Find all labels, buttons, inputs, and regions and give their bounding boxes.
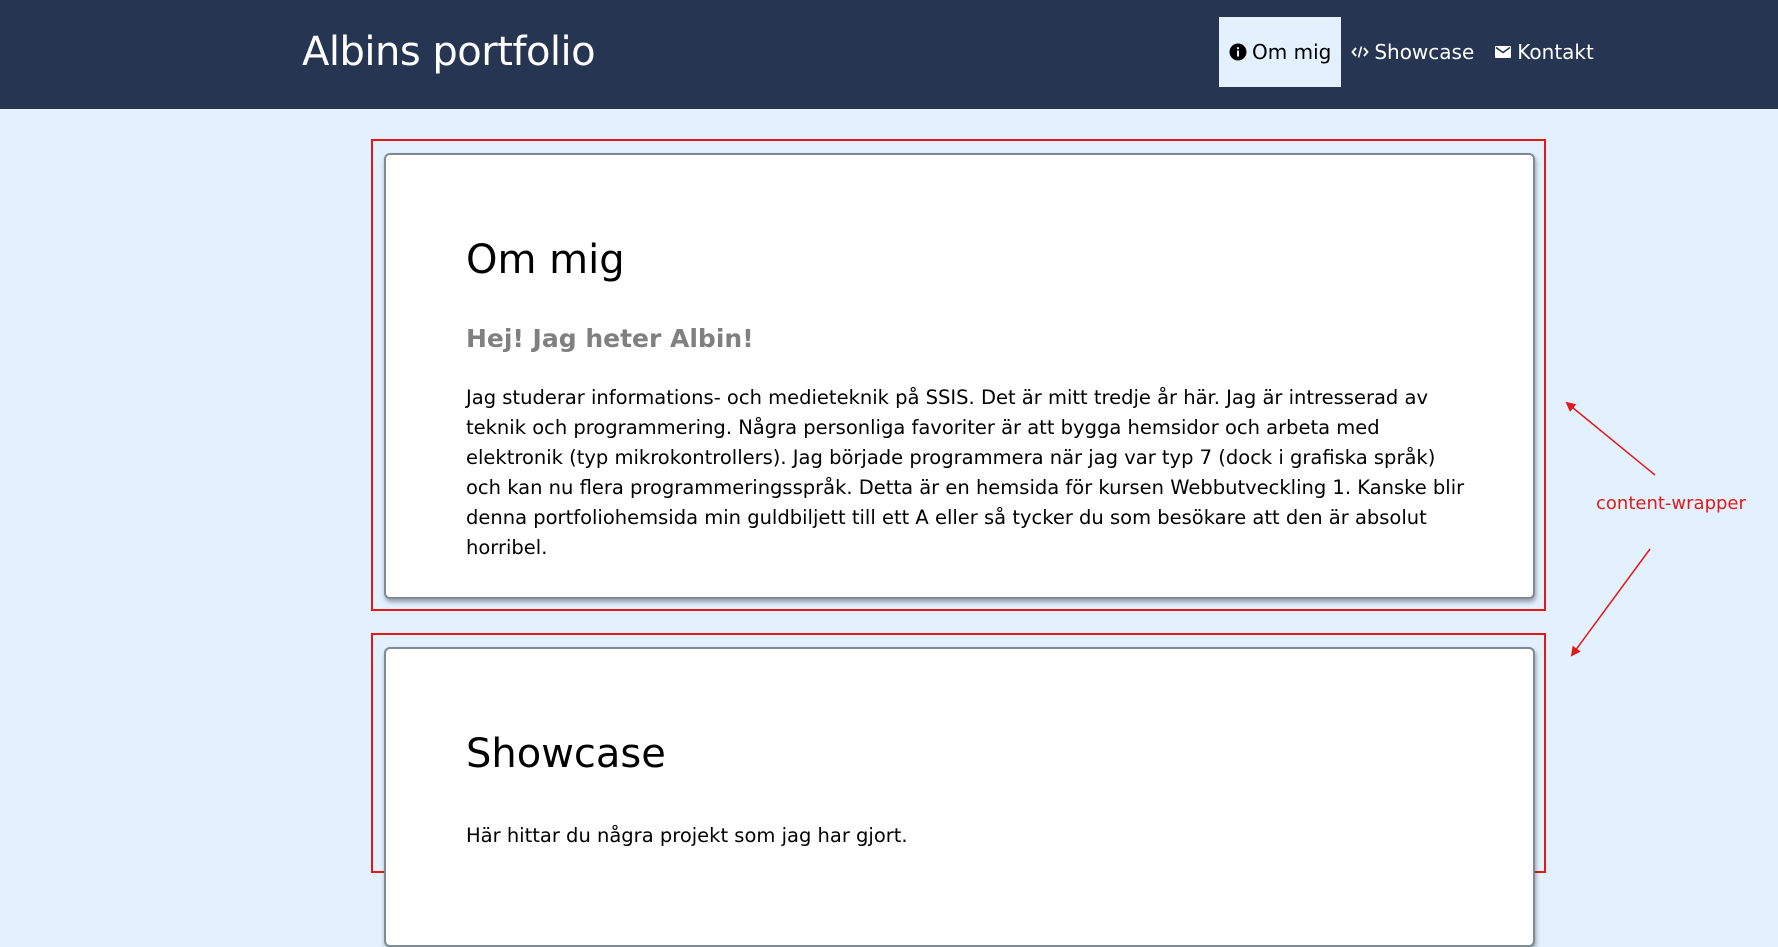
annotation-label: content-wrapper: [1596, 493, 1746, 514]
nav-label-showcase: Showcase: [1374, 40, 1475, 64]
content-wrapper-showcase: Showcase Här hittar du några projekt som…: [371, 633, 1546, 947]
about-text: Jag studerar informations- och medietekn…: [466, 386, 1465, 559]
annotation-arrow-down: [1570, 548, 1651, 657]
nav-item-showcase[interactable]: Showcase: [1341, 17, 1484, 87]
info-icon: [1229, 43, 1247, 61]
nav-label-kontakt: Kontakt: [1517, 40, 1594, 64]
showcase-card: Showcase Här hittar du några projekt som…: [384, 647, 1535, 947]
about-subheading: Hej! Jag heter Albin!: [466, 324, 754, 353]
nav-label-om-mig: Om mig: [1252, 40, 1332, 64]
main-nav: Om mig Showcase Kontakt: [1219, 17, 1604, 87]
showcase-heading: Showcase: [466, 731, 666, 777]
about-heading: Om mig: [466, 237, 625, 283]
nav-item-om-mig[interactable]: Om mig: [1219, 17, 1342, 87]
about-card: Om mig Hej! Jag heter Albin! Jag studera…: [384, 153, 1535, 599]
site-title[interactable]: Albins portfolio: [302, 25, 596, 79]
code-icon: [1351, 46, 1370, 58]
mail-icon: [1495, 46, 1512, 58]
content-wrapper-about: Om mig Hej! Jag heter Albin! Jag studera…: [371, 139, 1546, 611]
nav-item-kontakt[interactable]: Kontakt: [1484, 17, 1604, 87]
annotation-arrow-up: [1565, 401, 1656, 476]
showcase-text: Här hittar du några projekt som jag har …: [466, 824, 908, 847]
site-header: Albins portfolio Om mig Showcase Kontakt: [0, 0, 1778, 109]
